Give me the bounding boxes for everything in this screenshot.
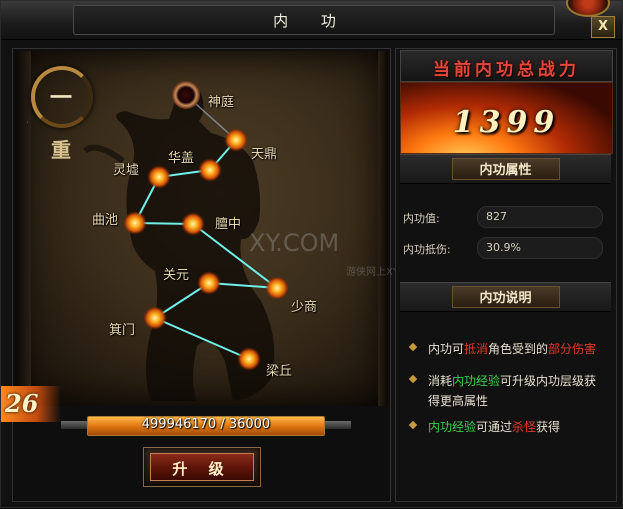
- desc-line-1: 内功可抵消角色受到的部分伤害: [408, 339, 604, 359]
- plain-text: 内功可: [428, 342, 465, 356]
- acupoint-label: 华盖: [168, 151, 195, 166]
- attr-reduction: 30.9%: [486, 241, 521, 254]
- acupoint-orb-shaoshang[interactable]: [265, 276, 289, 300]
- attr-value: 827: [486, 210, 507, 223]
- upgrade-button-face[interactable]: 升 级: [150, 453, 254, 481]
- neigong-window: 内 功 X 神庭 天鼎 华盖 灵墟 膻中 曲池 关元 少商 箕门 梁丘 XY.C…: [0, 0, 623, 508]
- acupoint-orb-lingxu[interactable]: [147, 165, 171, 189]
- acupoint-label: 关元: [163, 268, 190, 283]
- acupoint-orb-tianding[interactable]: [224, 128, 248, 152]
- plain-text: 可通过: [476, 420, 513, 434]
- power-value: 1399: [452, 105, 561, 140]
- stage-number-banner: 26: [1, 386, 61, 422]
- acupoint-orb-quchi[interactable]: [123, 211, 147, 235]
- meridian-line: [154, 317, 250, 360]
- highlight-text: 内功经验: [452, 374, 501, 388]
- highlight-text: 杀怪: [512, 420, 537, 434]
- desc-line-3: 内功经验可通过杀怪获得: [408, 417, 604, 437]
- attr-label-reduction: 内功抵伤:: [403, 243, 451, 256]
- acupoint-label: 箕门: [109, 323, 136, 338]
- attributes-title: 内功属性: [479, 163, 532, 178]
- bar-wing-right: [321, 421, 351, 429]
- plain-text: 消耗: [428, 374, 453, 388]
- power-display: 1399: [400, 82, 613, 154]
- power-header: 当前内功总战力: [400, 50, 613, 82]
- acupoint-orb-guanyuan[interactable]: [197, 271, 221, 295]
- attributes-header: 内功属性: [400, 154, 611, 184]
- desc-text: 内功可抵消角色受到的部分伤害: [428, 339, 604, 359]
- plain-text: 获得: [536, 420, 561, 434]
- upgrade-button[interactable]: 升 级: [143, 447, 261, 487]
- highlight-text: 内功经验: [428, 420, 477, 434]
- desc-text: 消耗内功经验可升级内功层级获得更高属性: [428, 371, 604, 411]
- watermark-sub: 游侠网上XY: [346, 267, 399, 278]
- plain-text: 角色受到的: [488, 342, 549, 356]
- level-layer: 重: [51, 138, 71, 162]
- description-title: 内功说明: [479, 291, 532, 306]
- acupoint-label: 曲池: [92, 213, 119, 228]
- description-header: 内功说明: [400, 282, 611, 312]
- stage-number: 26: [5, 389, 39, 418]
- watermark: XY.COM: [249, 229, 340, 257]
- highlight-text: 部分伤害: [548, 342, 597, 356]
- attr-field-reduction: 30.9%: [477, 237, 603, 259]
- level-numeral: 一: [49, 85, 72, 111]
- desc-text: 内功经验可通过杀怪获得: [428, 417, 604, 437]
- acupoint-orb-huagai[interactable]: [198, 158, 222, 182]
- upgrade-label[interactable]: 升 级: [151, 458, 253, 479]
- acupoint-label: 膻中: [215, 217, 242, 232]
- highlight-text: 抵消: [464, 342, 489, 356]
- deco-calligraphy: ·: [23, 121, 31, 124]
- experience-text: 499946170 / 36000: [141, 417, 271, 432]
- acupoint-orb-shenting[interactable]: [172, 81, 200, 109]
- acupoint-orbs: [123, 81, 289, 371]
- acupoint-orb-liangqiu[interactable]: [237, 347, 261, 371]
- acupoint-label: 天鼎: [251, 147, 278, 162]
- acupoint-orb-danzhong[interactable]: [181, 212, 205, 236]
- desc-line-2: 消耗内功经验可升级内功层级获得更高属性: [408, 371, 604, 411]
- acupoint-label: 少商: [291, 300, 318, 315]
- experience-bar: 499946170 / 36000: [61, 413, 351, 437]
- acupoint-label: 梁丘: [266, 364, 293, 379]
- acupoint-orb-jimen[interactable]: [143, 306, 167, 330]
- power-title: 当前内功总战力: [433, 60, 580, 80]
- attr-field-value: 827: [477, 206, 603, 228]
- acupoint-label: 神庭: [208, 95, 235, 110]
- attr-label-value: 内功值:: [403, 212, 440, 225]
- acupoint-label: 灵墟: [113, 163, 140, 178]
